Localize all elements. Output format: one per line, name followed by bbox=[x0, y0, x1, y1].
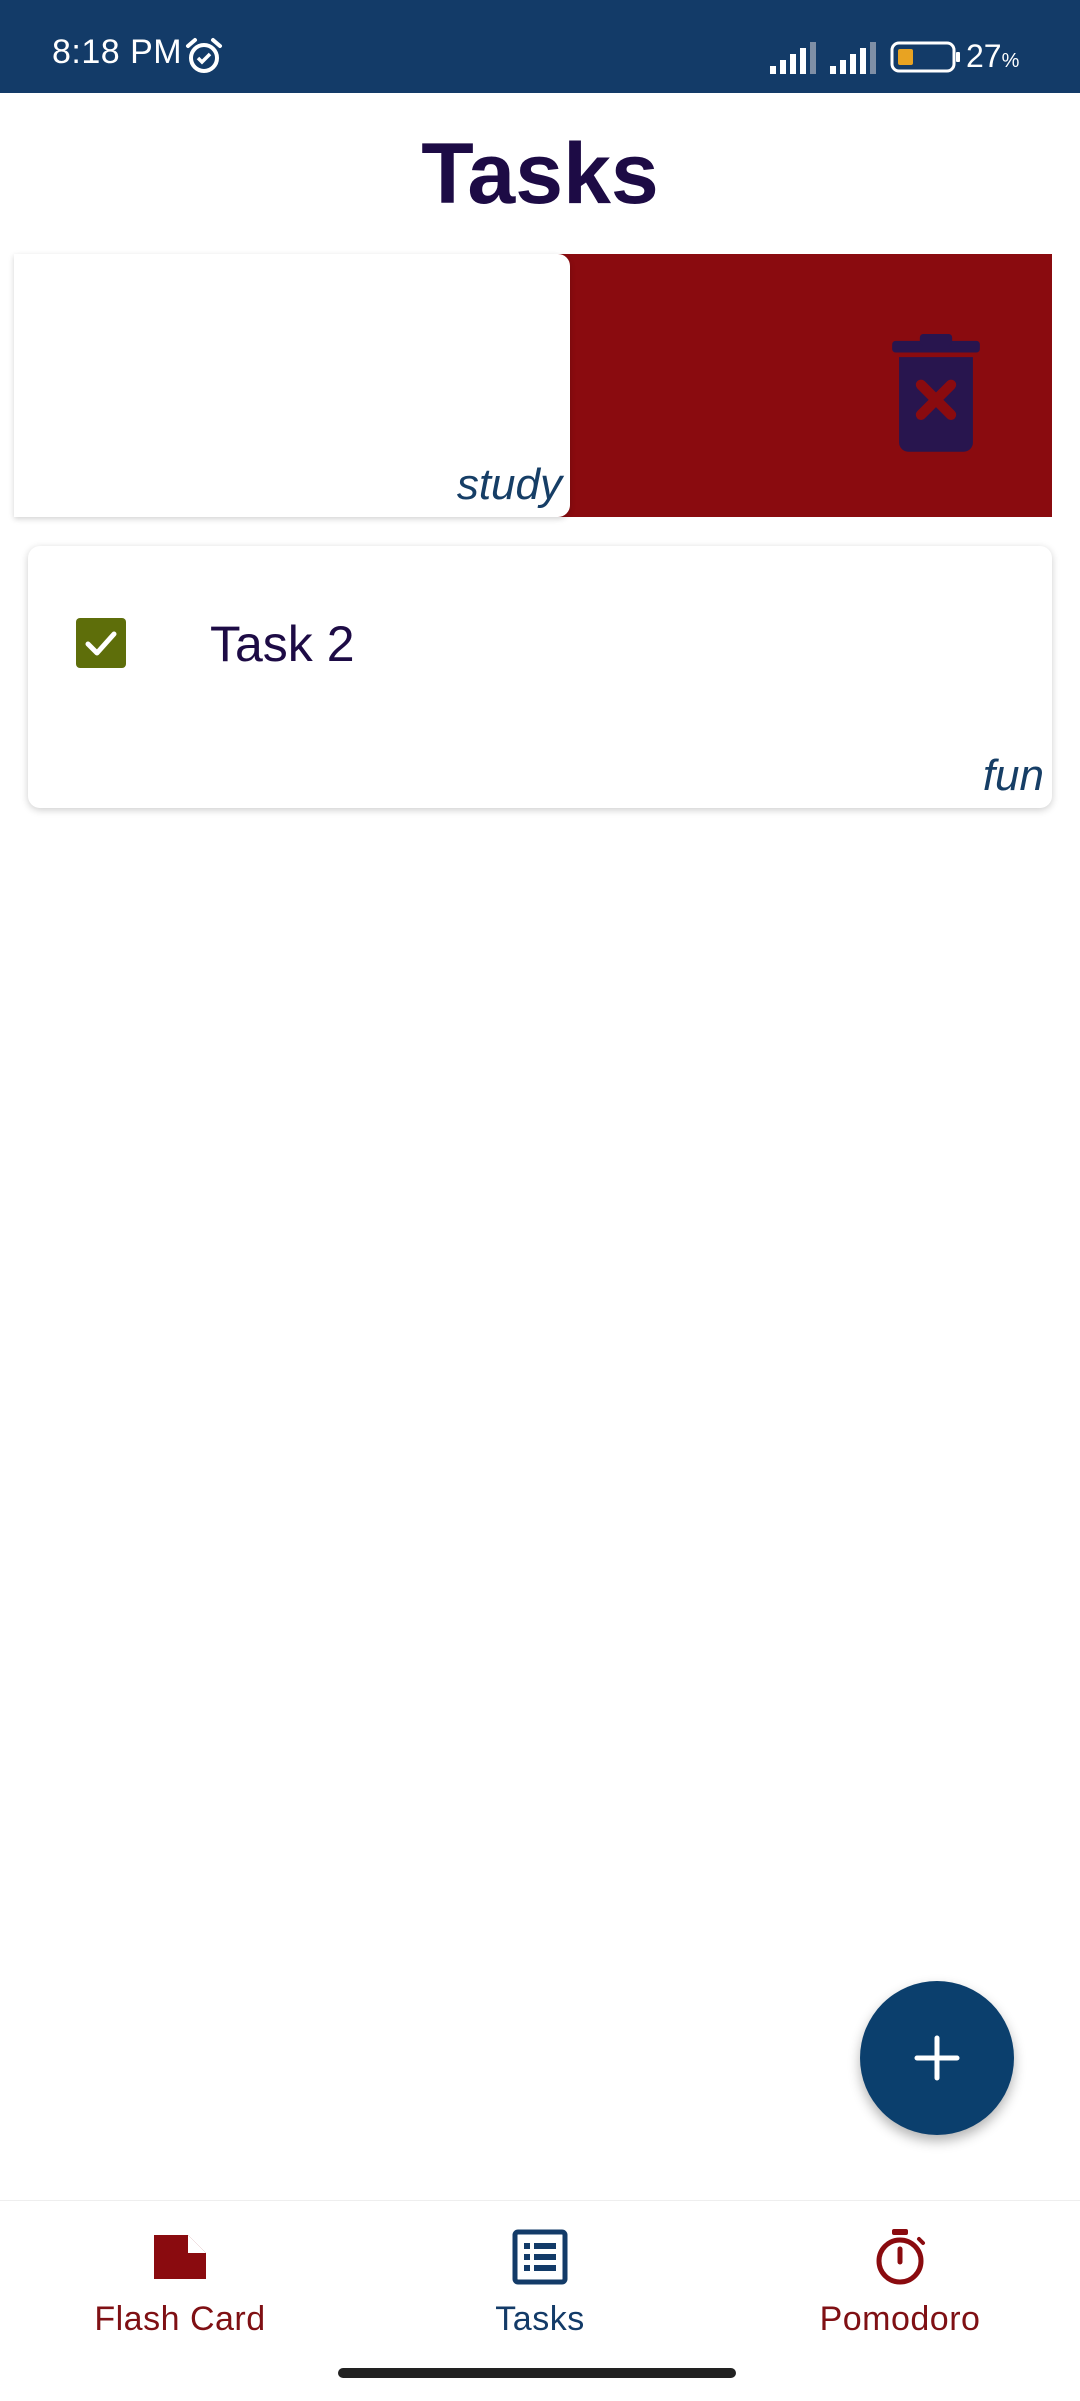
status-time: 8:18 PM bbox=[52, 33, 183, 71]
nav-item-pomodoro[interactable]: Pomodoro bbox=[720, 2227, 1080, 2357]
task-tag: study bbox=[456, 460, 562, 509]
home-indicator[interactable] bbox=[338, 2368, 736, 2378]
add-task-button[interactable] bbox=[860, 1981, 1014, 2135]
task-tag: fun bbox=[982, 751, 1044, 800]
nav-label: Pomodoro bbox=[819, 2300, 981, 2338]
nav-label: Flash Card bbox=[94, 2300, 266, 2338]
nav-item-tasks[interactable]: Tasks bbox=[360, 2227, 720, 2357]
task-list-icon bbox=[512, 2229, 568, 2285]
status-bar: 8:18 PM 27% bbox=[0, 0, 1080, 93]
delete-icon[interactable] bbox=[880, 334, 992, 454]
task-checkbox[interactable] bbox=[76, 618, 126, 668]
nav-item-flash-card[interactable]: Flash Card bbox=[0, 2227, 360, 2357]
page-title: Tasks bbox=[421, 126, 659, 222]
task-title: Task 2 bbox=[210, 616, 355, 672]
task-card[interactable]: Task 2 fun bbox=[28, 546, 1052, 808]
signal-icon bbox=[830, 42, 876, 74]
nav-label: Tasks bbox=[495, 2300, 585, 2338]
task-card[interactable]: study bbox=[14, 254, 570, 517]
battery-level: 27% bbox=[966, 38, 1020, 74]
flash-card-icon bbox=[154, 2235, 206, 2279]
plus-icon bbox=[914, 2035, 960, 2081]
checkmark-icon bbox=[85, 631, 117, 656]
battery-icon bbox=[890, 41, 960, 73]
alarm-icon bbox=[186, 38, 222, 73]
stopwatch-icon bbox=[876, 2229, 925, 2285]
signal-icon bbox=[770, 42, 816, 74]
swiped-task-row[interactable]: study bbox=[14, 254, 1052, 517]
